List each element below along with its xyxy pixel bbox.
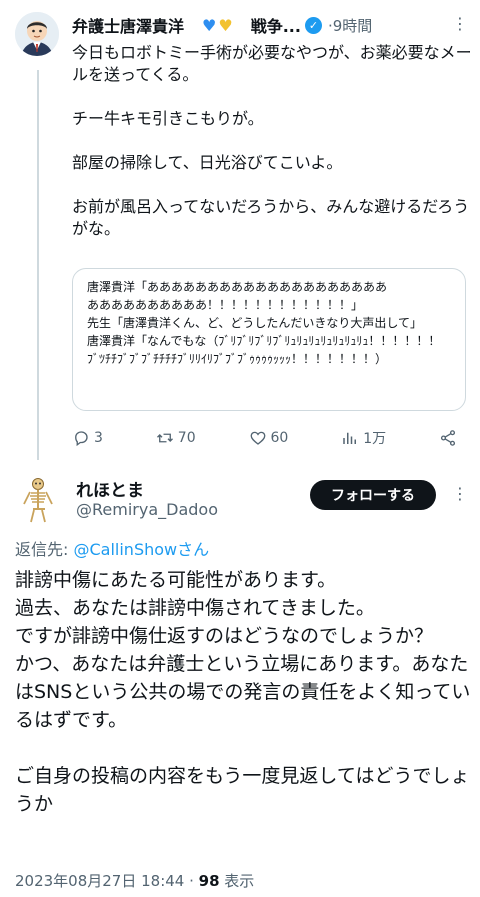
thread-connector-line [37,70,39,460]
author-name[interactable]: れほとま [76,476,144,501]
reply-paragraph: ですが誹謗中傷仕返すのはどうなのでしょうか？ [15,625,434,647]
reply-paragraph: 過去、あなたは誹謗中傷されてきました。 [15,597,375,619]
tweet-body: 今日もロボトミー手術が必要なやつが、お薬必要なメールを送ってくる。 チー牛キモ引… [72,42,472,240]
quote-line: 唐澤貴洋「ああああああああああああああああああああ [87,280,388,294]
name-emoji: ♥♥ [202,15,235,35]
retweet-button[interactable]: 70 [156,428,196,448]
author-name[interactable]: 弁護士唐澤貴洋 [72,13,184,37]
reply-to-mention[interactable]: @CallinShowさん [73,540,209,559]
more-icon[interactable]: ⋮ [452,14,468,33]
tweet-time-value[interactable]: 9時間 [333,17,373,35]
tweet-header: 弁護士唐澤貴洋 ♥♥ 戦争... ✓ ·9時間 [72,13,467,37]
verified-badge-icon: ✓ [304,16,322,34]
tweet-actions: 3 70 60 1万 [72,428,457,448]
retweet-icon [156,433,173,443]
avatar-lawyer-image [15,12,59,56]
tweet-paragraph: お前が風呂入ってないだろうから、みんな避けるだろうがな。 [72,197,470,238]
tweet-paragraph: チー牛キモ引きこもりが。 [72,109,264,128]
reply-button[interactable]: 3 [72,428,103,448]
more-icon[interactable]: ⋮ [452,484,468,503]
tweet-paragraph: 部屋の掃除して、日光浴びてこいよ。 [72,153,343,172]
quoted-text-card[interactable]: 唐澤貴洋「ああああああああああああああああああああ ああああああああああ！！！！… [72,268,466,411]
like-icon [250,431,265,445]
skeleton-avatar-image [18,476,58,524]
views-button[interactable]: 1万 [341,428,386,448]
reply-to-line: 返信先: @CallinShowさん [15,536,209,560]
quote-line: 先生「唐澤貴洋くん、ど、どうしたんだいきなり大声出して」 [87,316,423,330]
reply-body: 誹謗中傷にあたる可能性があります。 過去、あなたは誹謗中傷されてきました。 です… [15,566,475,818]
tweet-meta: 2023年08月27日 18:44 · 98 表示 [15,870,254,891]
retweet-count: 70 [177,430,196,446]
author-handle[interactable]: @Remirya_Dadoo [76,500,218,519]
reply-paragraph: ご自身の投稿の内容をもう一度見返してはどうでしょうか [15,765,470,815]
reply-paragraph: かつ、あなたは弁護士という立場にあります。あなたはSNSという公共の場での発言の… [15,653,471,731]
views-label: 表示 [219,872,255,890]
tweet-timestamp[interactable]: 2023年08月27日 18:44 [15,872,184,890]
share-button[interactable] [439,428,457,448]
author-name-suffix[interactable]: 戦争... [251,13,301,37]
tweet-time[interactable]: ·9時間 [328,15,372,36]
reply-count: 3 [94,430,103,446]
meta-separator: · [184,872,199,890]
like-button[interactable]: 60 [249,428,289,448]
avatar[interactable] [15,12,59,56]
reply-icon [75,431,88,447]
tweet-paragraph: 今日もロボトミー手術が必要なやつが、お薬必要なメールを送ってくる。 [72,43,472,84]
reply-to-label: 返信先: [15,540,74,559]
avatar[interactable] [18,476,58,524]
quote-line: 唐澤貴洋「なんでもな（ﾌﾞﾘﾌﾞﾘﾌﾞﾘﾌﾞﾘｭﾘｭﾘｭﾘｭﾘｭﾘｭﾘｭ！！！！… [87,334,441,366]
views-count: 98 [198,872,220,890]
views-icon [343,432,357,444]
view-count: 1万 [363,431,387,447]
share-icon [440,430,456,446]
follow-button[interactable]: フォローする [310,480,436,510]
reply-paragraph: 誹謗中傷にあたる可能性があります。 [15,569,337,591]
quote-line: ああああああああああ！！！！！！！！！！！！」 [87,298,364,312]
like-count: 60 [270,430,289,446]
